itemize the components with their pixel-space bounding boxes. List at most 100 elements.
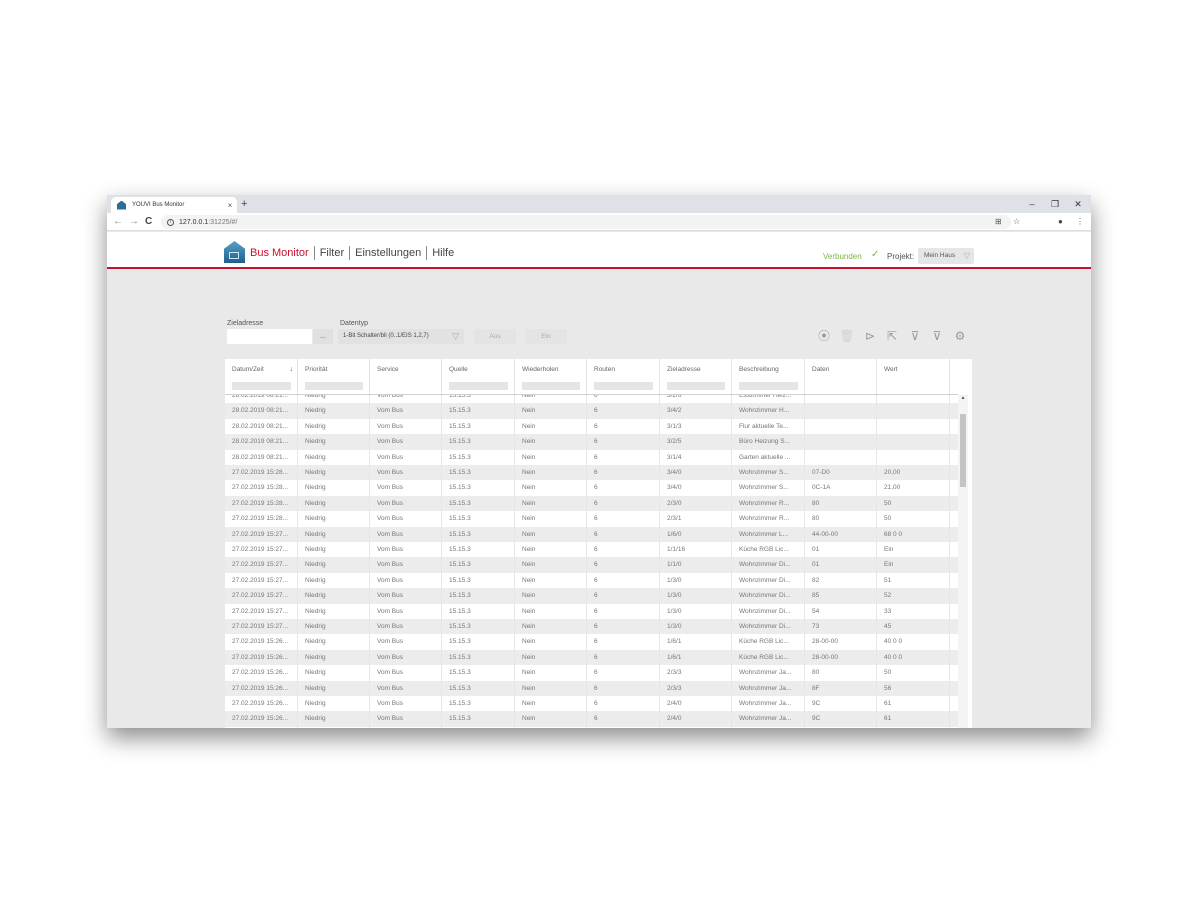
cell-quelle: 15.15.3 <box>442 480 515 496</box>
table-row[interactable]: 27.02.2019 15:26... Niedrig Vom Bus 15.15.3… <box>225 711 958 727</box>
table-row[interactable]: 27.02.2019 15:27... Niedrig Vom Bus 15.15.3… <box>225 603 958 619</box>
cell-routen: 6 <box>587 495 660 512</box>
browse-address-button[interactable]: ... <box>313 329 333 344</box>
column-header-datum-zeit[interactable]: Datum/Zeit ↓ <box>225 359 298 394</box>
table-row[interactable]: 27.02.2019 15:26... Niedrig Vom Bus 15.15.3… <box>225 680 958 696</box>
info-icon[interactable]: i <box>167 218 174 226</box>
scroll-up-icon[interactable]: ▲ <box>958 395 968 401</box>
table-row[interactable]: 28.02.2019 08:21... Niedrig Vom Bus 15.15.3… <box>225 449 958 465</box>
column-header-quelle[interactable]: Quelle <box>442 359 515 394</box>
translate-icon[interactable]: ⊞ <box>995 215 1002 229</box>
table-row[interactable]: 27.02.2019 15:27... Niedrig Vom Bus 15.15.3… <box>225 572 958 589</box>
column-filter-routen[interactable] <box>594 382 653 390</box>
project-select[interactable]: Mein Haus ▽ <box>918 248 974 264</box>
cell-datum-zeit: 27.02.2019 15:28... <box>225 511 298 527</box>
table-row[interactable]: 27.02.2019 15:27... Niedrig Vom Bus 15.15.3… <box>225 619 958 635</box>
table-row[interactable]: 27.02.2019 14:36...NiedrigVom Bus15.15.3… <box>225 726 958 728</box>
minimize-button[interactable]: – <box>1022 197 1042 211</box>
cell-prioritaet: Niedrig <box>298 696 370 712</box>
restore-button[interactable]: ❐ <box>1045 197 1065 211</box>
column-header-routen[interactable]: Routen <box>587 359 660 394</box>
cell-routen: 6 <box>587 634 660 650</box>
table-row[interactable]: 27.02.2019 15:27... Niedrig Vom Bus 15.15.3… <box>225 542 958 558</box>
tab-close-icon[interactable]: × <box>223 201 237 210</box>
column-header-zieladresse[interactable]: Zieladresse <box>660 359 732 394</box>
column-header-daten[interactable]: Daten <box>805 359 877 394</box>
cell-beschreibung: Büro Heizung S... <box>732 434 805 450</box>
cell-quelle: 15.15.3 <box>442 696 515 712</box>
broadcast-icon[interactable]: ⦿ <box>816 328 832 344</box>
column-filter-beschreibung[interactable] <box>739 382 798 390</box>
filter-add-icon[interactable]: ⊽ <box>929 328 945 344</box>
cell-service: Vom Bus <box>370 395 442 404</box>
cell-service: Vom Bus <box>370 465 442 481</box>
cell-wiederholen: Nein <box>515 403 587 419</box>
column-header-service[interactable]: Service <box>370 359 442 394</box>
column-filter-quelle[interactable] <box>449 382 508 390</box>
nav-einstellungen[interactable]: Einstellungen <box>355 247 421 259</box>
bookmark-star-icon[interactable]: ☆ <box>1013 215 1020 229</box>
export-icon[interactable]: ⇱ <box>884 328 900 344</box>
vertical-scrollbar[interactable]: ▲ ▼ <box>958 395 968 728</box>
table-row[interactable]: 27.02.2019 15:26... Niedrig Vom Bus 15.15.3… <box>225 634 958 650</box>
column-header-prioritaet[interactable]: Priorität <box>298 359 370 394</box>
cell-routen: 6 <box>587 680 660 696</box>
close-window-button[interactable]: ✕ <box>1068 197 1088 211</box>
column-header-beschreibung[interactable]: Beschreibung <box>732 359 805 394</box>
cell-datum-zeit: 28.02.2019 08:21... <box>225 395 298 404</box>
reload-button[interactable]: C <box>145 215 152 229</box>
sort-desc-icon[interactable]: ↓ <box>290 366 294 373</box>
cell-daten: 80 <box>805 511 877 527</box>
browser-tab[interactable]: YOUVI Bus Monitor × <box>111 197 237 213</box>
table-row[interactable]: 28.02.2019 08:21... Niedrig Vom Bus 15.15.3… <box>225 395 958 404</box>
table-row[interactable]: 27.02.2019 15:28... Niedrig Vom Bus 15.15.3… <box>225 495 958 512</box>
table-row[interactable]: 27.02.2019 15:26... Niedrig Vom Bus 15.15.3… <box>225 649 958 666</box>
filter-clear-icon[interactable]: ⊽ <box>907 328 923 344</box>
cell-wert <box>877 449 950 465</box>
forward-button[interactable]: → <box>129 215 139 229</box>
trash-icon[interactable]: 🗑 <box>839 328 855 344</box>
table-body: 28.02.2019 08:21... Niedrig Vom Bus 15.15.3… <box>225 395 958 728</box>
datentyp-select[interactable]: 1-Bit Schalter/bli (0..1/EIS 1,2,7) ▽ <box>338 329 464 344</box>
table-row[interactable]: 28.02.2019 08:21... Niedrig Vom Bus 15.15.3… <box>225 434 958 450</box>
ein-button[interactable]: Ein <box>525 329 567 344</box>
cell-zieladresse: 3/1/3 <box>660 418 732 435</box>
table-row[interactable]: 27.02.2019 15:27... Niedrig Vom Bus 15.15.3… <box>225 526 958 542</box>
cell-zieladresse: 3/4/0 <box>660 480 732 496</box>
aus-button[interactable]: Aus <box>474 329 516 344</box>
browser-menu-icon[interactable]: ⋮ <box>1076 215 1084 229</box>
column-title: Wert <box>884 366 898 373</box>
column-header-wiederholen[interactable]: Wiederholen <box>515 359 587 394</box>
back-button[interactable]: ← <box>113 215 123 229</box>
column-filter-datum-zeit[interactable] <box>232 382 291 390</box>
table-row[interactable]: 27.02.2019 15:28... Niedrig Vom Bus 15.15.3… <box>225 465 958 481</box>
column-filter-wiederholen[interactable] <box>522 382 580 390</box>
cell-beschreibung: Wohnzimmer Ja... <box>732 696 805 712</box>
table-row[interactable]: 27.02.2019 15:27... Niedrig Vom Bus 15.15.3… <box>225 588 958 604</box>
play-icon[interactable]: ⊳ <box>862 328 878 344</box>
table-row[interactable]: 27.02.2019 15:27... Niedrig Vom Bus 15.15.3… <box>225 557 958 573</box>
gear-icon[interactable]: ⚙ <box>952 328 968 344</box>
column-filter-prioritaet[interactable] <box>305 382 363 390</box>
nav-bus-monitor[interactable]: Bus Monitor <box>250 247 309 259</box>
nav-filter[interactable]: Filter <box>320 247 344 259</box>
table-row[interactable]: 28.02.2019 08:21... Niedrig Vom Bus 15.15.3… <box>225 418 958 435</box>
address-bar[interactable]: i 127.0.0.1 :31225/#/ <box>161 215 1011 229</box>
new-tab-button[interactable]: + <box>241 197 247 211</box>
cell-routen: 6 <box>587 511 660 527</box>
url-host: 127.0.0.1 <box>179 218 209 226</box>
table-row[interactable]: 28.02.2019 08:21... Niedrig Vom Bus 15.15.3… <box>225 403 958 419</box>
table-row[interactable]: 27.02.2019 15:26... Niedrig Vom Bus 15.15.3… <box>225 696 958 712</box>
column-header-wert[interactable]: Wert <box>877 359 950 394</box>
scroll-thumb[interactable] <box>960 414 966 487</box>
zieladresse-input[interactable] <box>227 329 312 344</box>
table-row[interactable]: 27.02.2019 15:28... Niedrig Vom Bus 15.15.3… <box>225 480 958 496</box>
nav-hilfe[interactable]: Hilfe <box>432 247 454 259</box>
cell-datum-zeit: 27.02.2019 15:27... <box>225 526 298 542</box>
cell-routen: 6 <box>587 418 660 435</box>
cell-datum-zeit: 28.02.2019 08:21... <box>225 434 298 450</box>
table-row[interactable]: 27.02.2019 15:26... Niedrig Vom Bus 15.15.3… <box>225 665 958 681</box>
table-row[interactable]: 27.02.2019 15:28... Niedrig Vom Bus 15.15.3… <box>225 511 958 527</box>
column-filter-zieladresse[interactable] <box>667 382 725 390</box>
account-icon[interactable]: ● <box>1058 215 1063 229</box>
